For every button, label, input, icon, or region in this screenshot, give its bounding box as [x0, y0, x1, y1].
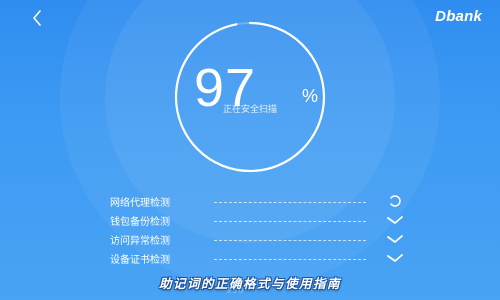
- loading-spinner-icon: [390, 195, 401, 207]
- check-mark-icon: [387, 254, 403, 262]
- dashed-divider: [214, 239, 366, 241]
- faint-background-text: 350: [226, 286, 245, 295]
- check-label: 设备证书检测: [110, 255, 170, 266]
- check-label: 钱包备份检测: [110, 217, 170, 228]
- top-bar: Dbank: [0, 0, 500, 34]
- check-mark-icon: [387, 216, 403, 224]
- check-item-device-certificate: 设备证书检测: [110, 249, 410, 268]
- check-mark-icon: [387, 235, 403, 243]
- check-label: 访问异常检测: [110, 236, 170, 247]
- dashed-divider: [214, 201, 366, 203]
- check-label: 网络代理检测: [110, 198, 170, 209]
- check-list: 网络代理检测 钱包备份检测 访问异常检测 设备证书检测: [110, 192, 410, 268]
- check-item-network-proxy: 网络代理检测: [110, 192, 410, 211]
- check-item-access-anomaly: 访问异常检测: [110, 230, 410, 249]
- chevron-left-icon: [33, 10, 41, 26]
- guide-title: 助记词的正确格式与使用指南: [158, 276, 341, 291]
- dashed-divider: [214, 220, 366, 222]
- check-item-wallet-backup: 钱包备份检测: [110, 211, 410, 230]
- scan-status-text: 正在安全扫描: [222, 105, 277, 115]
- brand-logo: Dbank: [435, 8, 482, 25]
- dashed-divider: [214, 258, 366, 260]
- back-button[interactable]: [26, 6, 50, 30]
- scan-percent: 97 %: [150, 58, 350, 128]
